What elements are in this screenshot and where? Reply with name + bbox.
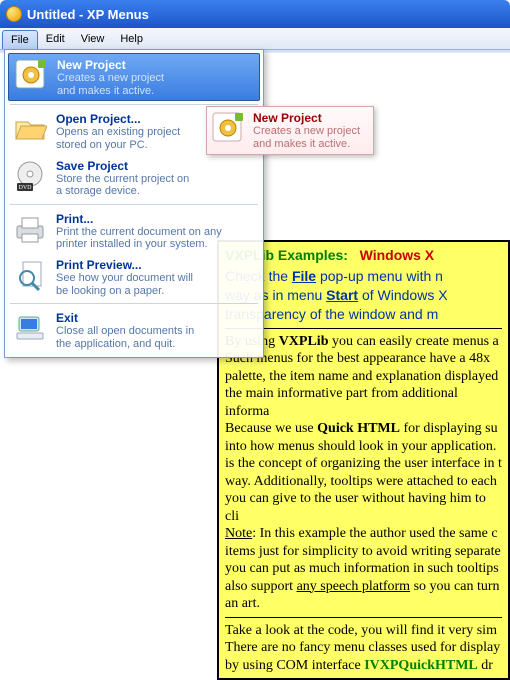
title-bar: Untitled - XP Menus: [0, 0, 510, 28]
tooltip-new-project: New Project Creates a new projectand mak…: [206, 106, 374, 155]
file-dropdown: New Project Creates a new projectand mak…: [4, 49, 264, 358]
info-body: By using VXPLib you can easily create me…: [225, 333, 502, 675]
info-intro: Check the File pop-up menu with n way as…: [225, 267, 502, 324]
menu-item-title: New Project: [57, 58, 255, 72]
link-start[interactable]: Start: [326, 287, 358, 303]
menu-item-desc: Close all open documents inthe applicati…: [56, 325, 256, 350]
menu-edit[interactable]: Edit: [38, 28, 73, 49]
menu-bar: File Edit View Help: [0, 28, 510, 50]
menu-item-exit[interactable]: Exit Close all open documents inthe appl…: [8, 307, 260, 353]
app-icon: [6, 6, 22, 22]
menu-item-title: Print Preview...: [56, 258, 256, 272]
info-subtitle: Windows X: [360, 247, 435, 263]
menu-item-save-project[interactable]: DVD Save Project Store the current proje…: [8, 155, 260, 201]
link-file[interactable]: File: [292, 268, 316, 284]
menu-separator: [10, 303, 258, 304]
tooltip-title: New Project: [253, 111, 360, 125]
menu-item-print-preview[interactable]: Print Preview... See how your document w…: [8, 254, 260, 300]
dvd-disc-icon: DVD: [12, 158, 48, 194]
menu-item-title: Save Project: [56, 159, 256, 173]
computer-icon: [12, 310, 48, 346]
project-new-icon: [13, 57, 49, 93]
menu-item-print[interactable]: Print... Print the current document on a…: [8, 208, 260, 254]
menu-item-desc: Creates a new projectand makes it active…: [57, 72, 255, 97]
menu-item-desc: See how your document willbe looking on …: [56, 272, 256, 297]
printer-icon: [12, 211, 48, 247]
info-divider-2: [225, 617, 502, 618]
info-heading: VXPLib Examples: Windows X: [225, 246, 502, 265]
magnifier-page-icon: [12, 257, 48, 293]
menu-help[interactable]: Help: [112, 28, 151, 49]
tooltip-desc: Creates a new projectand makes it active…: [253, 125, 360, 150]
window-title: Untitled - XP Menus: [27, 7, 149, 22]
svg-text:DVD: DVD: [19, 185, 33, 191]
project-new-icon: [211, 111, 247, 147]
menu-view[interactable]: View: [73, 28, 113, 49]
menu-item-title: Exit: [56, 311, 256, 325]
menu-item-desc: Print the current document on anyprinter…: [56, 226, 256, 251]
menu-separator: [10, 204, 258, 205]
menu-item-desc: Store the current project ona storage de…: [56, 173, 256, 198]
menu-file[interactable]: File: [2, 30, 38, 49]
folder-open-icon: [12, 111, 48, 147]
menu-item-new-project[interactable]: New Project Creates a new projectand mak…: [8, 53, 260, 101]
info-divider: [225, 328, 502, 329]
menu-item-title: Print...: [56, 212, 256, 226]
